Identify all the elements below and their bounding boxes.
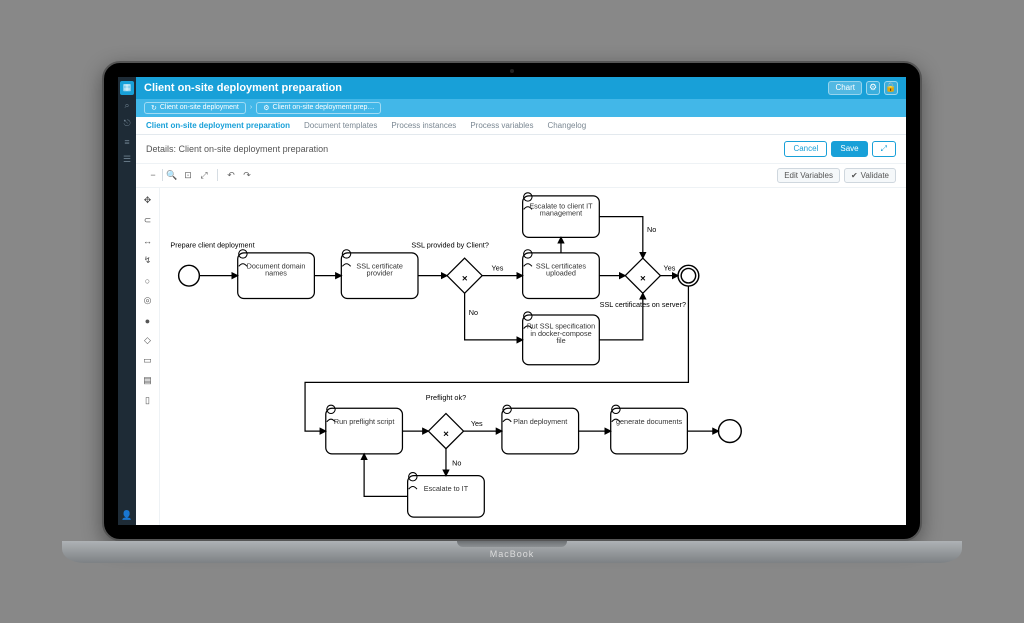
start-event[interactable] (179, 265, 200, 286)
cancel-button[interactable]: Cancel (784, 141, 827, 157)
sidebar-home-icon[interactable]: ▦ (120, 81, 134, 95)
tabbar: Client on-site deployment preparation Do… (136, 117, 906, 135)
details-bar: Details: Client on-site deployment prepa… (136, 135, 906, 164)
page-title: Client on-site deployment preparation (144, 82, 342, 94)
palette-lasso-icon[interactable]: ⊂ (141, 214, 155, 228)
breadcrumb-item-1[interactable]: ↻ Client on-site deployment (144, 102, 246, 114)
svg-text:✕: ✕ (462, 273, 468, 282)
editor-toolbar: − 🔍 ⊡ ⤢ ↶ ↷ Edit Variables (136, 164, 906, 188)
gateway-ssl-client-label: SSL provided by Client? (411, 240, 489, 249)
intermediate-event[interactable] (678, 265, 699, 286)
bpmn-svg: Prepare client deployment Document domai… (160, 188, 906, 525)
tab-doc-templates[interactable]: Document templates (304, 121, 377, 130)
zoom-out-icon[interactable]: − (146, 168, 160, 182)
macbook-base: MacBook (62, 541, 962, 563)
app-header: Client on-site deployment preparation Ch… (136, 77, 906, 99)
details-label: Details: Client on-site deployment prepa… (146, 144, 328, 154)
chart-button[interactable]: Chart (828, 81, 862, 95)
svg-text:No: No (452, 458, 461, 467)
palette-intermediate-event-icon[interactable]: ◎ (141, 294, 155, 308)
palette-end-event-icon[interactable]: ● (141, 314, 155, 328)
sidebar-user-icon[interactable]: 👤 (120, 509, 134, 523)
palette-data-icon[interactable]: ▤ (141, 374, 155, 388)
sidebar-list-icon[interactable]: ☰ (120, 153, 134, 167)
fit-icon[interactable]: ⤢ (197, 168, 211, 182)
check-icon: ✔ (851, 171, 858, 180)
palette-task-icon[interactable]: ▭ (141, 354, 155, 368)
settings-icon[interactable]: ⚙ (866, 81, 880, 95)
task-ssl-uploaded[interactable]: SSL certificates uploaded (523, 249, 600, 298)
task-ssl-provider[interactable]: SSL certificate provider (341, 249, 418, 298)
gateway-ssl-server[interactable]: ✕ (625, 258, 660, 293)
task-document-domain[interactable]: Document domain names (238, 249, 315, 298)
palette-start-event-icon[interactable]: ○ (141, 274, 155, 288)
svg-text:✕: ✕ (443, 429, 449, 438)
tab-main[interactable]: Client on-site deployment preparation (146, 121, 290, 130)
task-escalate-it[interactable]: Escalate to IT (408, 472, 485, 517)
sidebar-stack-icon[interactable]: ≡ (120, 135, 134, 149)
undo-icon[interactable]: ↶ (224, 168, 238, 182)
zoom-reset-icon[interactable]: ⊡ (181, 168, 195, 182)
task-plan[interactable]: Plan deployment (502, 405, 579, 454)
svg-text:Yes: Yes (664, 263, 676, 272)
palette-connect-icon[interactable]: ↯ (141, 254, 155, 268)
gateway-preflight-label: Preflight ok? (426, 393, 466, 402)
task-docker[interactable]: Put SSL specification in docker-compose … (523, 311, 600, 364)
svg-text:Yes: Yes (471, 418, 483, 427)
flow-icon: ⚙ (263, 104, 269, 112)
zoom-in-icon[interactable]: 🔍 (165, 168, 179, 182)
sidebar-search-icon[interactable]: ⌕ (120, 99, 134, 113)
breadcrumb-item-2[interactable]: ⚙ Client on-site deployment prep… (256, 102, 381, 114)
svg-text:No: No (469, 308, 478, 317)
tab-changelog[interactable]: Changelog (547, 121, 586, 130)
svg-text:No: No (647, 225, 656, 234)
task-preflight[interactable]: Run preflight script (326, 405, 403, 454)
palette-pool-icon[interactable]: ▯ (141, 394, 155, 408)
tab-process-instances[interactable]: Process instances (391, 121, 456, 130)
expand-button[interactable]: ⤢ (872, 141, 896, 157)
end-event[interactable] (718, 419, 741, 442)
lock-icon[interactable]: 🔒 (884, 81, 898, 95)
camera-dot (510, 69, 514, 73)
gateway-ssl-client[interactable]: ✕ (447, 258, 482, 293)
chevron-right-icon: › (250, 104, 252, 111)
validate-button[interactable]: ✔Validate (844, 168, 896, 183)
macbook-logo: MacBook (490, 549, 535, 559)
svg-text:✕: ✕ (640, 273, 646, 282)
palette-gateway-icon[interactable]: ◇ (141, 334, 155, 348)
breadcrumb: ↻ Client on-site deployment › ⚙ Client o… (136, 99, 906, 117)
redo-icon[interactable]: ↷ (240, 168, 254, 182)
element-palette: ✥ ⊂ ↔ ↯ ○ ◎ ● ◇ ▭ ▤ ▯ (136, 188, 160, 525)
svg-text:Yes: Yes (492, 263, 504, 272)
sidebar-flow-icon[interactable]: ⎋ (120, 117, 134, 131)
app-sidebar: ▦ ⌕ ⎋ ≡ ☰ 👤 (118, 77, 136, 525)
start-event-label: Prepare client deployment (170, 240, 254, 249)
task-escalate-client[interactable]: Escalate to client IT management (523, 192, 600, 237)
edit-variables-button[interactable]: Edit Variables (777, 168, 840, 183)
task-gen-docs[interactable]: generate documents (611, 405, 688, 454)
refresh-icon: ↻ (151, 104, 157, 112)
bpmn-canvas[interactable]: Prepare client deployment Document domai… (160, 188, 906, 525)
palette-hand-icon[interactable]: ✥ (141, 194, 155, 208)
palette-space-icon[interactable]: ↔ (141, 234, 155, 248)
gateway-preflight[interactable]: ✕ (428, 413, 463, 448)
tab-process-variables[interactable]: Process variables (470, 121, 533, 130)
save-button[interactable]: Save (831, 141, 867, 157)
